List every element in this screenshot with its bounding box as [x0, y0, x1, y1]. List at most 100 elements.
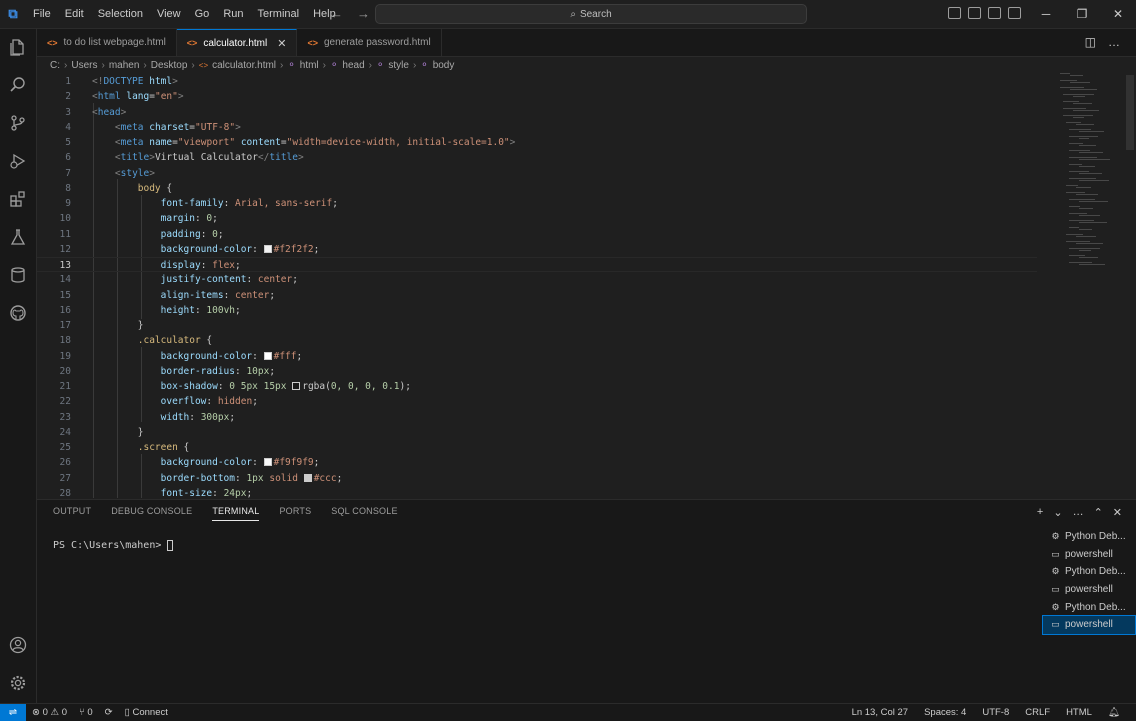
menu-edit[interactable]: Edit: [58, 8, 91, 20]
code-line[interactable]: 4 <meta charset="UTF-8">: [37, 120, 1037, 135]
tab-calculator-html[interactable]: <> calculator.html ✕: [176, 29, 298, 56]
more-actions-icon[interactable]: …: [1108, 35, 1120, 49]
customize-layout-icon[interactable]: [1008, 7, 1021, 19]
back-arrow-icon[interactable]: ←: [330, 6, 343, 21]
terminal-list-item[interactable]: ⚙ Python Deb...: [1043, 598, 1135, 616]
code-line[interactable]: 3 <head>: [37, 105, 1037, 120]
close-panel-icon[interactable]: ✕: [1113, 506, 1122, 519]
color-swatch[interactable]: [303, 473, 312, 482]
code-line[interactable]: 19 background-color: #fff;: [37, 349, 1037, 364]
terminal-list-item[interactable]: ⚙ Python Deb...: [1043, 563, 1135, 581]
testing-icon[interactable]: [0, 219, 36, 255]
code-line[interactable]: 5 <meta name="viewport" content="width=d…: [37, 135, 1037, 150]
code-line[interactable]: 27 border-bottom: 1px solid #ccc;: [37, 471, 1037, 486]
new-terminal-icon[interactable]: +: [1037, 506, 1043, 519]
github-icon[interactable]: [0, 295, 36, 331]
code-line[interactable]: 13 display: flex;: [37, 257, 1037, 272]
code-line[interactable]: 16 height: 100vh;: [37, 303, 1037, 318]
indentation[interactable]: Spaces: 4: [924, 707, 966, 718]
forward-arrow-icon[interactable]: →: [357, 6, 370, 21]
remote-indicator-icon[interactable]: ⇌: [0, 704, 26, 721]
breadcrumb-item[interactable]: html: [300, 60, 319, 71]
command-center-search[interactable]: ⌕ Search: [375, 4, 807, 24]
code-line[interactable]: 18 .calculator {: [37, 333, 1037, 348]
settings-gear-icon[interactable]: [0, 665, 36, 701]
cursor-position[interactable]: Ln 13, Col 27: [852, 707, 909, 718]
explorer-icon[interactable]: [0, 29, 36, 65]
terminal-list-item[interactable]: ⚙ Python Deb...: [1043, 528, 1135, 546]
extensions-icon[interactable]: [0, 181, 36, 217]
terminal-list-item[interactable]: ▭ powershell: [1042, 614, 1136, 635]
code-line[interactable]: 22 overflow: hidden;: [37, 394, 1037, 409]
encoding[interactable]: UTF-8: [982, 707, 1009, 718]
menu-go[interactable]: Go: [188, 8, 217, 20]
breadcrumb-item[interactable]: Desktop: [151, 60, 188, 71]
notifications-bell-icon[interactable]: 🔔︎: [1108, 707, 1120, 718]
code-line[interactable]: 9 font-family: Arial, sans-serif;: [37, 196, 1037, 211]
code-line[interactable]: 21 box-shadow: 0 5px 15px rgba(0, 0, 0, …: [37, 379, 1037, 394]
menu-terminal[interactable]: Terminal: [251, 8, 307, 20]
breadcrumb-item[interactable]: style: [388, 60, 409, 71]
code-line[interactable]: 25 .screen {: [37, 440, 1037, 455]
panel-tab-sql-console[interactable]: SQL CONSOLE: [331, 506, 397, 521]
color-swatch[interactable]: [263, 244, 272, 253]
line-ending[interactable]: CRLF: [1025, 707, 1050, 718]
split-editor-icon[interactable]: ◫: [1085, 35, 1096, 49]
code-line[interactable]: 23 width: 300px;: [37, 410, 1037, 425]
run-and-debug-icon[interactable]: [0, 143, 36, 179]
close-window-icon[interactable]: ✕: [1100, 0, 1136, 28]
ports-indicator[interactable]: ⑂ 0: [79, 707, 93, 718]
panel-tab-terminal[interactable]: TERMINAL: [212, 506, 260, 521]
code-line[interactable]: 12 background-color: #f2f2f2;: [37, 242, 1037, 257]
code-line[interactable]: 14 justify-content: center;: [37, 272, 1037, 287]
tab-to-do-list-webpage-html[interactable]: <> to do list webpage.html: [37, 29, 177, 56]
connect-button[interactable]: ▯ Connect: [125, 707, 168, 718]
breadcrumb-item[interactable]: C:: [50, 60, 60, 71]
breadcrumb-item[interactable]: calculator.html: [212, 60, 276, 71]
code-line[interactable]: 15 align-items: center;: [37, 288, 1037, 303]
minimize-icon[interactable]: ─: [1028, 0, 1064, 28]
terminal-list-item[interactable]: ▭ powershell: [1043, 581, 1135, 599]
color-swatch[interactable]: [263, 458, 272, 467]
code-line[interactable]: 26 background-color: #f9f9f9;: [37, 455, 1037, 470]
panel-tab-debug-console[interactable]: DEBUG CONSOLE: [111, 506, 192, 521]
code-line[interactable]: 2 <html lang="en">: [37, 89, 1037, 104]
breadcrumb-item[interactable]: mahen: [109, 60, 140, 71]
more-actions-icon[interactable]: …: [1073, 506, 1084, 519]
minimap[interactable]: [1060, 73, 1122, 273]
maximize-panel-icon[interactable]: ⌃: [1094, 506, 1103, 519]
tab-generate-password-html[interactable]: <> generate password.html: [297, 29, 442, 56]
terminal-prompt-line[interactable]: PS C:\Users\mahen>: [53, 540, 174, 551]
code-line[interactable]: 28 font-size: 24px;: [37, 486, 1037, 498]
code-line[interactable]: 1 <!DOCTYPE html>: [37, 74, 1037, 89]
problems-indicator[interactable]: ⊗ 0 ⚠ 0: [32, 707, 67, 718]
breadcrumb-item[interactable]: head: [342, 60, 364, 71]
code-line[interactable]: 17 }: [37, 318, 1037, 333]
language-mode[interactable]: HTML: [1066, 707, 1092, 718]
code-line[interactable]: 10 margin: 0;: [37, 211, 1037, 226]
terminal-dropdown-icon[interactable]: ⌄: [1053, 506, 1062, 519]
toggle-primary-sidebar-icon[interactable]: [948, 7, 961, 19]
code-line[interactable]: 24 }: [37, 425, 1037, 440]
search-view-icon[interactable]: [0, 67, 36, 103]
restore-icon[interactable]: ❐: [1064, 0, 1100, 28]
menu-file[interactable]: File: [26, 8, 58, 20]
code-line[interactable]: 6 <title>Virtual Calculator</title>: [37, 150, 1037, 165]
code-line[interactable]: 8 body {: [37, 181, 1037, 196]
accounts-icon[interactable]: [0, 627, 36, 663]
color-swatch[interactable]: [292, 382, 301, 390]
code-editor[interactable]: 1 <!DOCTYPE html> 2 <html lang="en"> 3 <head>…: [37, 73, 1136, 498]
terminal-list-item[interactable]: ▭ powershell: [1043, 546, 1135, 564]
code-line[interactable]: 20 border-radius: 10px;: [37, 364, 1037, 379]
panel-tab-output[interactable]: OUTPUT: [53, 506, 91, 521]
database-icon[interactable]: [0, 257, 36, 293]
live-share-icon[interactable]: ⟳: [105, 707, 113, 718]
editor-scrollbar[interactable]: [1126, 75, 1134, 150]
color-swatch[interactable]: [263, 351, 272, 360]
menu-selection[interactable]: Selection: [91, 8, 150, 20]
breadcrumb-item[interactable]: Users: [71, 60, 97, 71]
code-line[interactable]: 11 padding: 0;: [37, 227, 1037, 242]
close-tab-icon[interactable]: ✕: [277, 37, 286, 50]
code-line[interactable]: 7 <style>: [37, 166, 1037, 181]
toggle-panel-icon[interactable]: [968, 7, 981, 19]
